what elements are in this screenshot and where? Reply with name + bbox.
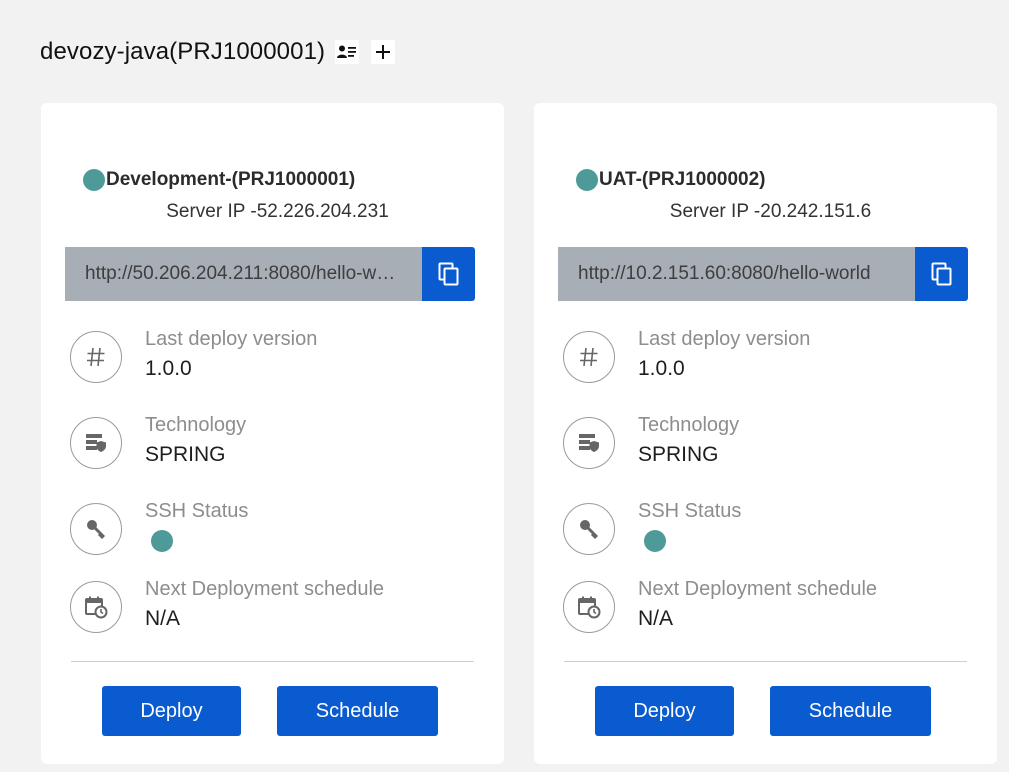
server-shield-icon bbox=[70, 417, 122, 469]
environment-status-dot bbox=[83, 169, 105, 191]
next-schedule-row: Next Deployment schedule N/A bbox=[563, 578, 963, 641]
project-title: devozy-java(PRJ1000001) bbox=[40, 38, 326, 65]
next-schedule-label: Next Deployment schedule bbox=[638, 578, 878, 600]
ssh-status-dot bbox=[151, 530, 173, 552]
technology-value: SPRING bbox=[638, 443, 719, 466]
divider bbox=[564, 661, 967, 662]
server-ip: Server IP -20.242.151.6 bbox=[669, 201, 872, 222]
schedule-button[interactable]: Schedule bbox=[277, 686, 438, 736]
server-shield-icon bbox=[563, 417, 615, 469]
ssh-status-label: SSH Status bbox=[638, 500, 742, 522]
url-row bbox=[65, 247, 475, 301]
calendar-clock-icon bbox=[563, 581, 615, 633]
technology-value: SPRING bbox=[145, 443, 226, 466]
copy-icon bbox=[931, 262, 951, 286]
environment-title: UAT-(PRJ1000002) bbox=[576, 169, 766, 191]
calendar-clock-icon bbox=[70, 581, 122, 633]
last-deploy-row: Last deploy version 1.0.0 bbox=[70, 328, 470, 391]
last-deploy-value: 1.0.0 bbox=[145, 357, 192, 380]
environment-name: UAT-(PRJ1000002) bbox=[599, 169, 766, 190]
ssh-status-label: SSH Status bbox=[145, 500, 249, 522]
schedule-button[interactable]: Schedule bbox=[770, 686, 931, 736]
deploy-button[interactable]: Deploy bbox=[102, 686, 241, 736]
copy-icon bbox=[438, 262, 458, 286]
technology-row: Technology SPRING bbox=[563, 414, 963, 477]
environment-card-development: Development-(PRJ1000001) Server IP -52.2… bbox=[41, 103, 504, 764]
ssh-status-row: SSH Status bbox=[563, 500, 963, 563]
add-button[interactable] bbox=[371, 40, 396, 64]
key-icon bbox=[70, 503, 122, 555]
technology-label: Technology bbox=[145, 414, 247, 436]
members-button[interactable] bbox=[335, 40, 360, 64]
environment-status-dot bbox=[576, 169, 598, 191]
hash-icon bbox=[70, 331, 122, 383]
divider bbox=[71, 661, 474, 662]
environment-card-uat: UAT-(PRJ1000002) Server IP -20.242.151.6… bbox=[534, 103, 997, 764]
person-list-icon bbox=[337, 45, 357, 58]
last-deploy-value: 1.0.0 bbox=[638, 357, 685, 380]
hash-icon bbox=[563, 331, 615, 383]
url-row bbox=[558, 247, 968, 301]
server-ip: Server IP -52.226.204.231 bbox=[166, 201, 389, 222]
page-header: devozy-java(PRJ1000001) bbox=[40, 34, 396, 70]
next-schedule-row: Next Deployment schedule N/A bbox=[70, 578, 470, 641]
last-deploy-label: Last deploy version bbox=[638, 328, 811, 350]
next-schedule-value: N/A bbox=[145, 607, 181, 630]
copy-url-button[interactable] bbox=[915, 247, 968, 301]
technology-label: Technology bbox=[638, 414, 740, 436]
url-field[interactable] bbox=[65, 247, 422, 301]
last-deploy-label: Last deploy version bbox=[145, 328, 318, 350]
environment-title: Development-(PRJ1000001) bbox=[83, 169, 355, 191]
technology-row: Technology SPRING bbox=[70, 414, 470, 477]
key-icon bbox=[563, 503, 615, 555]
deploy-button[interactable]: Deploy bbox=[595, 686, 734, 736]
copy-url-button[interactable] bbox=[422, 247, 475, 301]
next-schedule-value: N/A bbox=[638, 607, 674, 630]
url-field[interactable] bbox=[558, 247, 915, 301]
last-deploy-row: Last deploy version 1.0.0 bbox=[563, 328, 963, 391]
ssh-status-dot bbox=[644, 530, 666, 552]
ssh-status-row: SSH Status bbox=[70, 500, 470, 563]
plus-icon bbox=[376, 45, 391, 59]
environment-name: Development-(PRJ1000001) bbox=[106, 169, 356, 190]
next-schedule-label: Next Deployment schedule bbox=[145, 578, 385, 600]
